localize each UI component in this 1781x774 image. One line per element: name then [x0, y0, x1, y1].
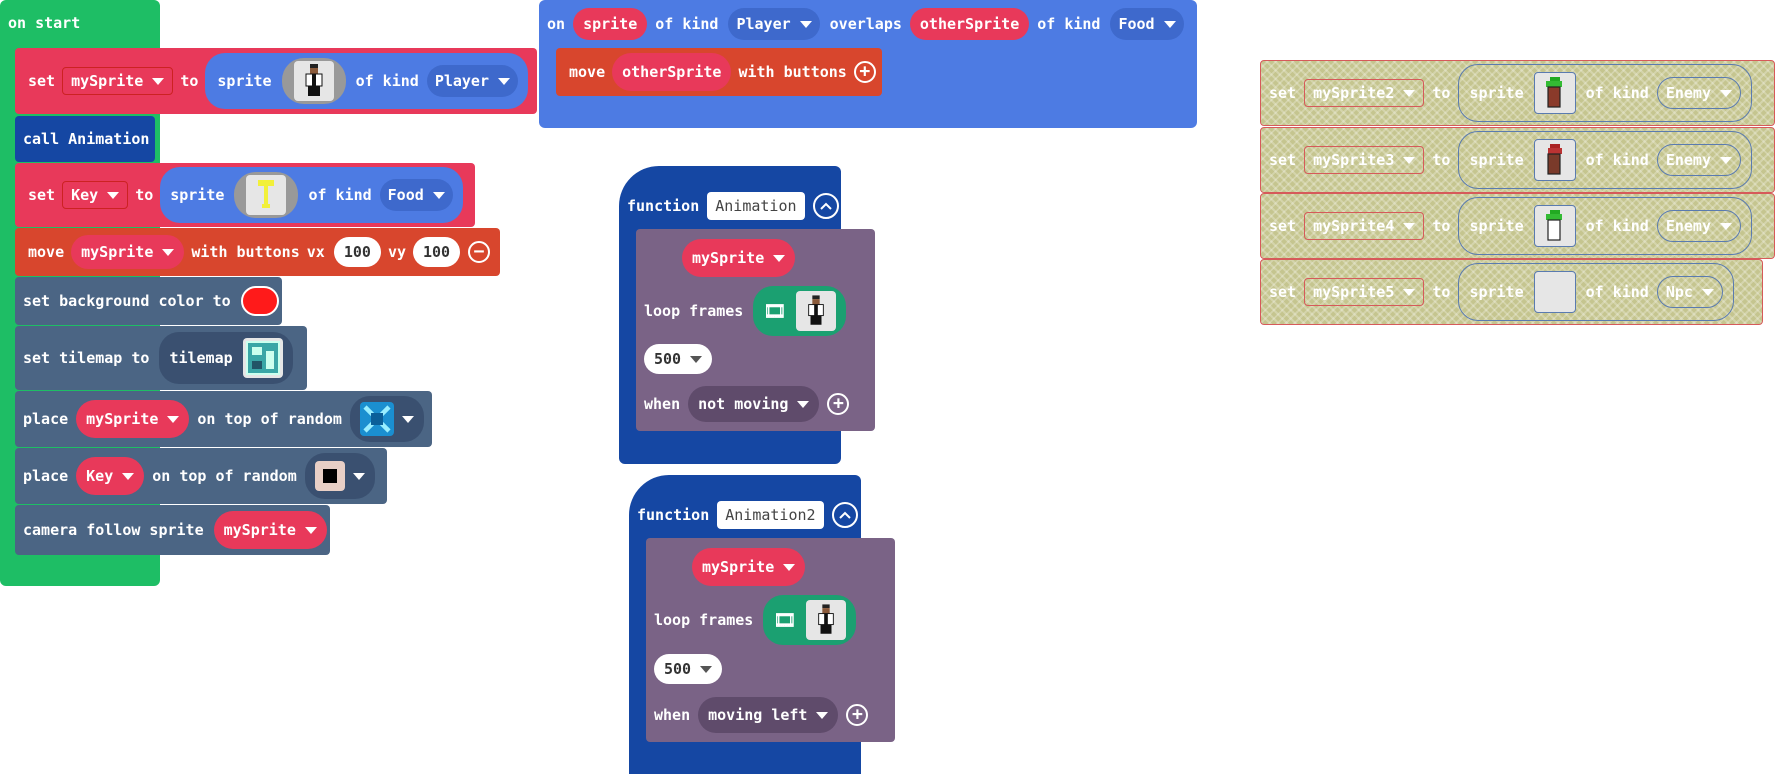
player-sprite-icon: [293, 61, 334, 101]
variable-dropdown-mysprite[interactable]: mySprite: [62, 67, 174, 95]
camera-follow-block[interactable]: camera follow sprite mySprite: [15, 505, 330, 555]
tile-picker[interactable]: [304, 453, 375, 499]
set-enemy-block-3[interactable]: set mySprite4 to sprite of kind Enemy: [1260, 193, 1775, 259]
tile-black-icon: [314, 461, 345, 491]
player-frame-icon: [806, 600, 847, 640]
othersprite-param[interactable]: otherSprite: [909, 8, 1030, 40]
variable-dropdown[interactable]: mySprite2: [1304, 79, 1425, 107]
kind-dropdown-player[interactable]: Player: [426, 65, 518, 97]
sprite-reporter[interactable]: sprite of kind Enemy: [1458, 197, 1752, 255]
enemy-sprite-icon: [1533, 139, 1576, 181]
move-othersprite-block[interactable]: move otherSprite with buttons +: [556, 48, 882, 96]
place-key-block[interactable]: place Key on top of random: [15, 448, 387, 504]
kind-dropdown-food[interactable]: Food: [1110, 8, 1184, 40]
vx-input[interactable]: 100: [333, 237, 381, 267]
set-tilemap-block[interactable]: set tilemap to tilemap: [15, 326, 307, 390]
film-icon: 🎞: [763, 300, 787, 322]
interval-dropdown[interactable]: 500: [654, 654, 723, 684]
kind-dropdown[interactable]: Enemy: [1656, 144, 1741, 176]
tile-pattern-icon: [359, 402, 394, 436]
collapse-icon[interactable]: [812, 193, 839, 219]
set-key-block[interactable]: set Key to sprite of kind Food: [15, 163, 475, 227]
function-name-field[interactable]: Animation2: [717, 501, 824, 529]
sprite-reporter[interactable]: sprite of kind Npc: [1458, 263, 1734, 321]
player-frame-icon: [796, 291, 837, 331]
animation-loop-block[interactable]: mySprite loop frames 🎞 500 when not movi…: [636, 229, 875, 431]
movement-condition-dropdown[interactable]: not moving: [688, 386, 820, 422]
variable-dropdown-key[interactable]: Key: [76, 457, 145, 495]
enemy-sprite-icon: [1533, 72, 1576, 114]
sprite-variable[interactable]: mySprite: [692, 548, 806, 586]
interval-dropdown[interactable]: 500: [644, 344, 713, 374]
set-enemy-block-1[interactable]: set mySprite2 to sprite of kind Enemy: [1260, 60, 1775, 126]
animation-frames-picker[interactable]: 🎞: [753, 286, 847, 336]
variable-dropdown-mysprite[interactable]: mySprite: [76, 400, 190, 438]
vy-input[interactable]: 100: [413, 237, 461, 267]
tilemap-icon: [242, 338, 283, 378]
sprite-image-picker[interactable]: [281, 58, 346, 104]
film-icon: 🎞: [773, 609, 797, 631]
sprite-reporter[interactable]: sprite of kind Enemy: [1458, 64, 1752, 122]
sprite-reporter[interactable]: sprite of kind Food: [160, 167, 463, 223]
sprite-param[interactable]: sprite: [573, 8, 648, 40]
set-label: set: [28, 72, 56, 90]
sprite-reporter[interactable]: sprite of kind Enemy: [1458, 131, 1752, 189]
variable-dropdown-key[interactable]: Key: [62, 181, 129, 209]
animation-frames-picker[interactable]: 🎞: [763, 595, 857, 645]
place-mysprite-block[interactable]: place mySprite on top of random: [15, 391, 432, 447]
tilemap-reporter[interactable]: tilemap: [159, 332, 293, 384]
key-sprite-icon: [246, 175, 287, 215]
move-with-buttons-block[interactable]: move mySprite with buttons vx 100 vy 100…: [15, 228, 500, 276]
othersprite-variable[interactable]: otherSprite: [612, 53, 732, 91]
kind-dropdown-player[interactable]: Player: [728, 8, 820, 40]
collapse-icon[interactable]: [831, 502, 858, 528]
movement-condition-dropdown[interactable]: moving left: [698, 697, 839, 733]
color-swatch[interactable]: [240, 286, 279, 316]
call-animation-block[interactable]: call Animation: [15, 116, 155, 162]
on-start-hat-label: on start: [8, 14, 81, 32]
plus-icon[interactable]: +: [827, 393, 850, 415]
sprite-reporter[interactable]: sprite of kind Player: [205, 53, 528, 109]
sprite-image-picker[interactable]: [234, 172, 299, 218]
tile-picker[interactable]: [349, 396, 424, 442]
variable-dropdown[interactable]: mySprite3: [1304, 146, 1425, 174]
enemy-sprite-icon: [1533, 205, 1576, 247]
kind-dropdown-food[interactable]: Food: [379, 179, 453, 211]
plus-icon[interactable]: +: [853, 61, 876, 83]
kind-dropdown[interactable]: Enemy: [1656, 77, 1741, 109]
animation2-loop-block[interactable]: mySprite loop frames 🎞 500 when moving l…: [646, 538, 895, 742]
variable-dropdown[interactable]: mySprite5: [1304, 278, 1425, 306]
kind-dropdown[interactable]: Enemy: [1656, 210, 1741, 242]
variable-dropdown-mysprite[interactable]: mySprite: [213, 511, 327, 549]
variable-dropdown-mysprite[interactable]: mySprite: [71, 235, 185, 269]
minus-icon[interactable]: −: [468, 241, 491, 263]
set-enemy-block-2[interactable]: set mySprite3 to sprite of kind Enemy: [1260, 127, 1775, 193]
function-name-field[interactable]: Animation: [707, 192, 805, 220]
set-npc-block[interactable]: set mySprite5 to sprite of kind Npc: [1260, 259, 1763, 325]
empty-sprite-icon: [1533, 271, 1576, 313]
plus-icon[interactable]: +: [846, 704, 869, 726]
sprite-variable[interactable]: mySprite: [682, 239, 796, 277]
variable-dropdown[interactable]: mySprite4: [1304, 212, 1425, 240]
set-mysprite-block[interactable]: set mySprite to sprite of kind Player: [15, 48, 537, 114]
kind-dropdown[interactable]: Npc: [1656, 276, 1723, 308]
set-background-color-block[interactable]: set background color to: [15, 277, 282, 325]
